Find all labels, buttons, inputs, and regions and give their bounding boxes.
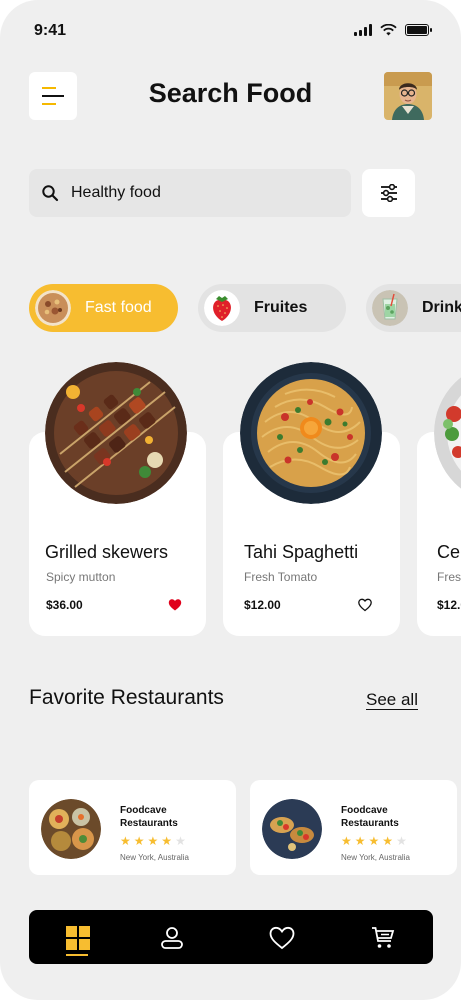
heart-outline-icon[interactable] <box>358 598 372 612</box>
food-price: $12.0 <box>437 598 461 612</box>
status-icons <box>354 24 432 36</box>
profile-icon <box>161 927 183 949</box>
category-fast-food[interactable]: Fast food <box>29 284 178 332</box>
restaurant-card[interactable]: Foodcave Restaurants ★ ★ ★ ★ ★ New York,… <box>250 780 457 875</box>
food-price: $36.00 <box>46 598 83 612</box>
restaurant-image <box>41 799 101 859</box>
signal-icon <box>354 24 372 36</box>
user-avatar-icon <box>384 72 432 120</box>
heart-filled-icon[interactable] <box>168 598 182 612</box>
drink-icon <box>372 290 408 326</box>
heart-icon <box>269 926 295 950</box>
wifi-icon <box>380 24 397 36</box>
nav-favorites[interactable] <box>269 925 295 951</box>
avatar[interactable] <box>384 72 432 120</box>
star-icon: ★ <box>175 834 186 848</box>
food-subtitle: Fresh Tomato <box>244 570 318 584</box>
spaghetti-image <box>240 362 382 504</box>
cart-icon <box>372 927 395 948</box>
phone-screen: 9:41 Search Food Healthy food Fast food … <box>0 0 461 1000</box>
star-icon: ★ <box>368 834 380 848</box>
star-icon: ★ <box>120 834 131 848</box>
active-indicator <box>66 954 88 956</box>
category-drinks[interactable]: Drinks <box>366 284 461 332</box>
category-label: Fruites <box>254 299 308 316</box>
star-icon: ★ <box>354 834 366 848</box>
grid-icon <box>66 926 90 950</box>
category-fruites[interactable]: Fruites <box>198 284 346 332</box>
food-name: Ce <box>437 542 461 562</box>
restaurant-name: Foodcave Restaurants <box>341 805 399 829</box>
star-icon: ★ <box>382 834 394 848</box>
search-input[interactable] <box>71 184 311 202</box>
grilled-skewers-image <box>45 362 187 504</box>
rating-stars: ★ ★ ★ ★ ★ <box>120 835 186 847</box>
category-label: Fast food <box>85 299 152 316</box>
star-icon: ★ <box>396 834 407 848</box>
restaurant-image <box>262 799 322 859</box>
food-subtitle: Fres <box>437 570 461 584</box>
star-icon: ★ <box>161 834 173 848</box>
food-price: $12.00 <box>244 598 281 612</box>
star-icon: ★ <box>147 834 159 848</box>
sliders-icon <box>380 184 397 202</box>
star-icon: ★ <box>133 834 145 848</box>
filter-button[interactable] <box>362 169 415 217</box>
nav-home[interactable] <box>65 925 91 951</box>
strawberry-icon <box>204 290 240 326</box>
restaurant-location: New York, Australia <box>341 853 410 862</box>
status-time: 9:41 <box>34 22 67 39</box>
search-bar <box>29 169 351 217</box>
fast-food-icon <box>35 290 71 326</box>
category-label: Drinks <box>422 299 461 316</box>
search-icon <box>42 185 59 202</box>
nav-cart[interactable] <box>370 925 396 951</box>
food-name: Grilled skewers <box>45 542 169 562</box>
see-all-link[interactable]: See all <box>366 690 418 710</box>
food-name: Tahi Spaghetti <box>244 542 359 562</box>
star-icon: ★ <box>341 834 352 848</box>
restaurant-name: Foodcave Restaurants <box>120 805 178 829</box>
nav-profile[interactable] <box>159 925 185 951</box>
restaurant-location: New York, Australia <box>120 853 189 862</box>
rating-stars: ★ ★ ★ ★ ★ <box>341 835 407 847</box>
restaurant-card[interactable]: Foodcave Restaurants ★ ★ ★ ★ ★ New York,… <box>29 780 236 875</box>
bottom-nav <box>29 910 433 964</box>
food-subtitle: Spicy mutton <box>46 570 116 584</box>
battery-icon <box>405 24 432 36</box>
section-title: Favorite Restaurants <box>29 686 224 709</box>
